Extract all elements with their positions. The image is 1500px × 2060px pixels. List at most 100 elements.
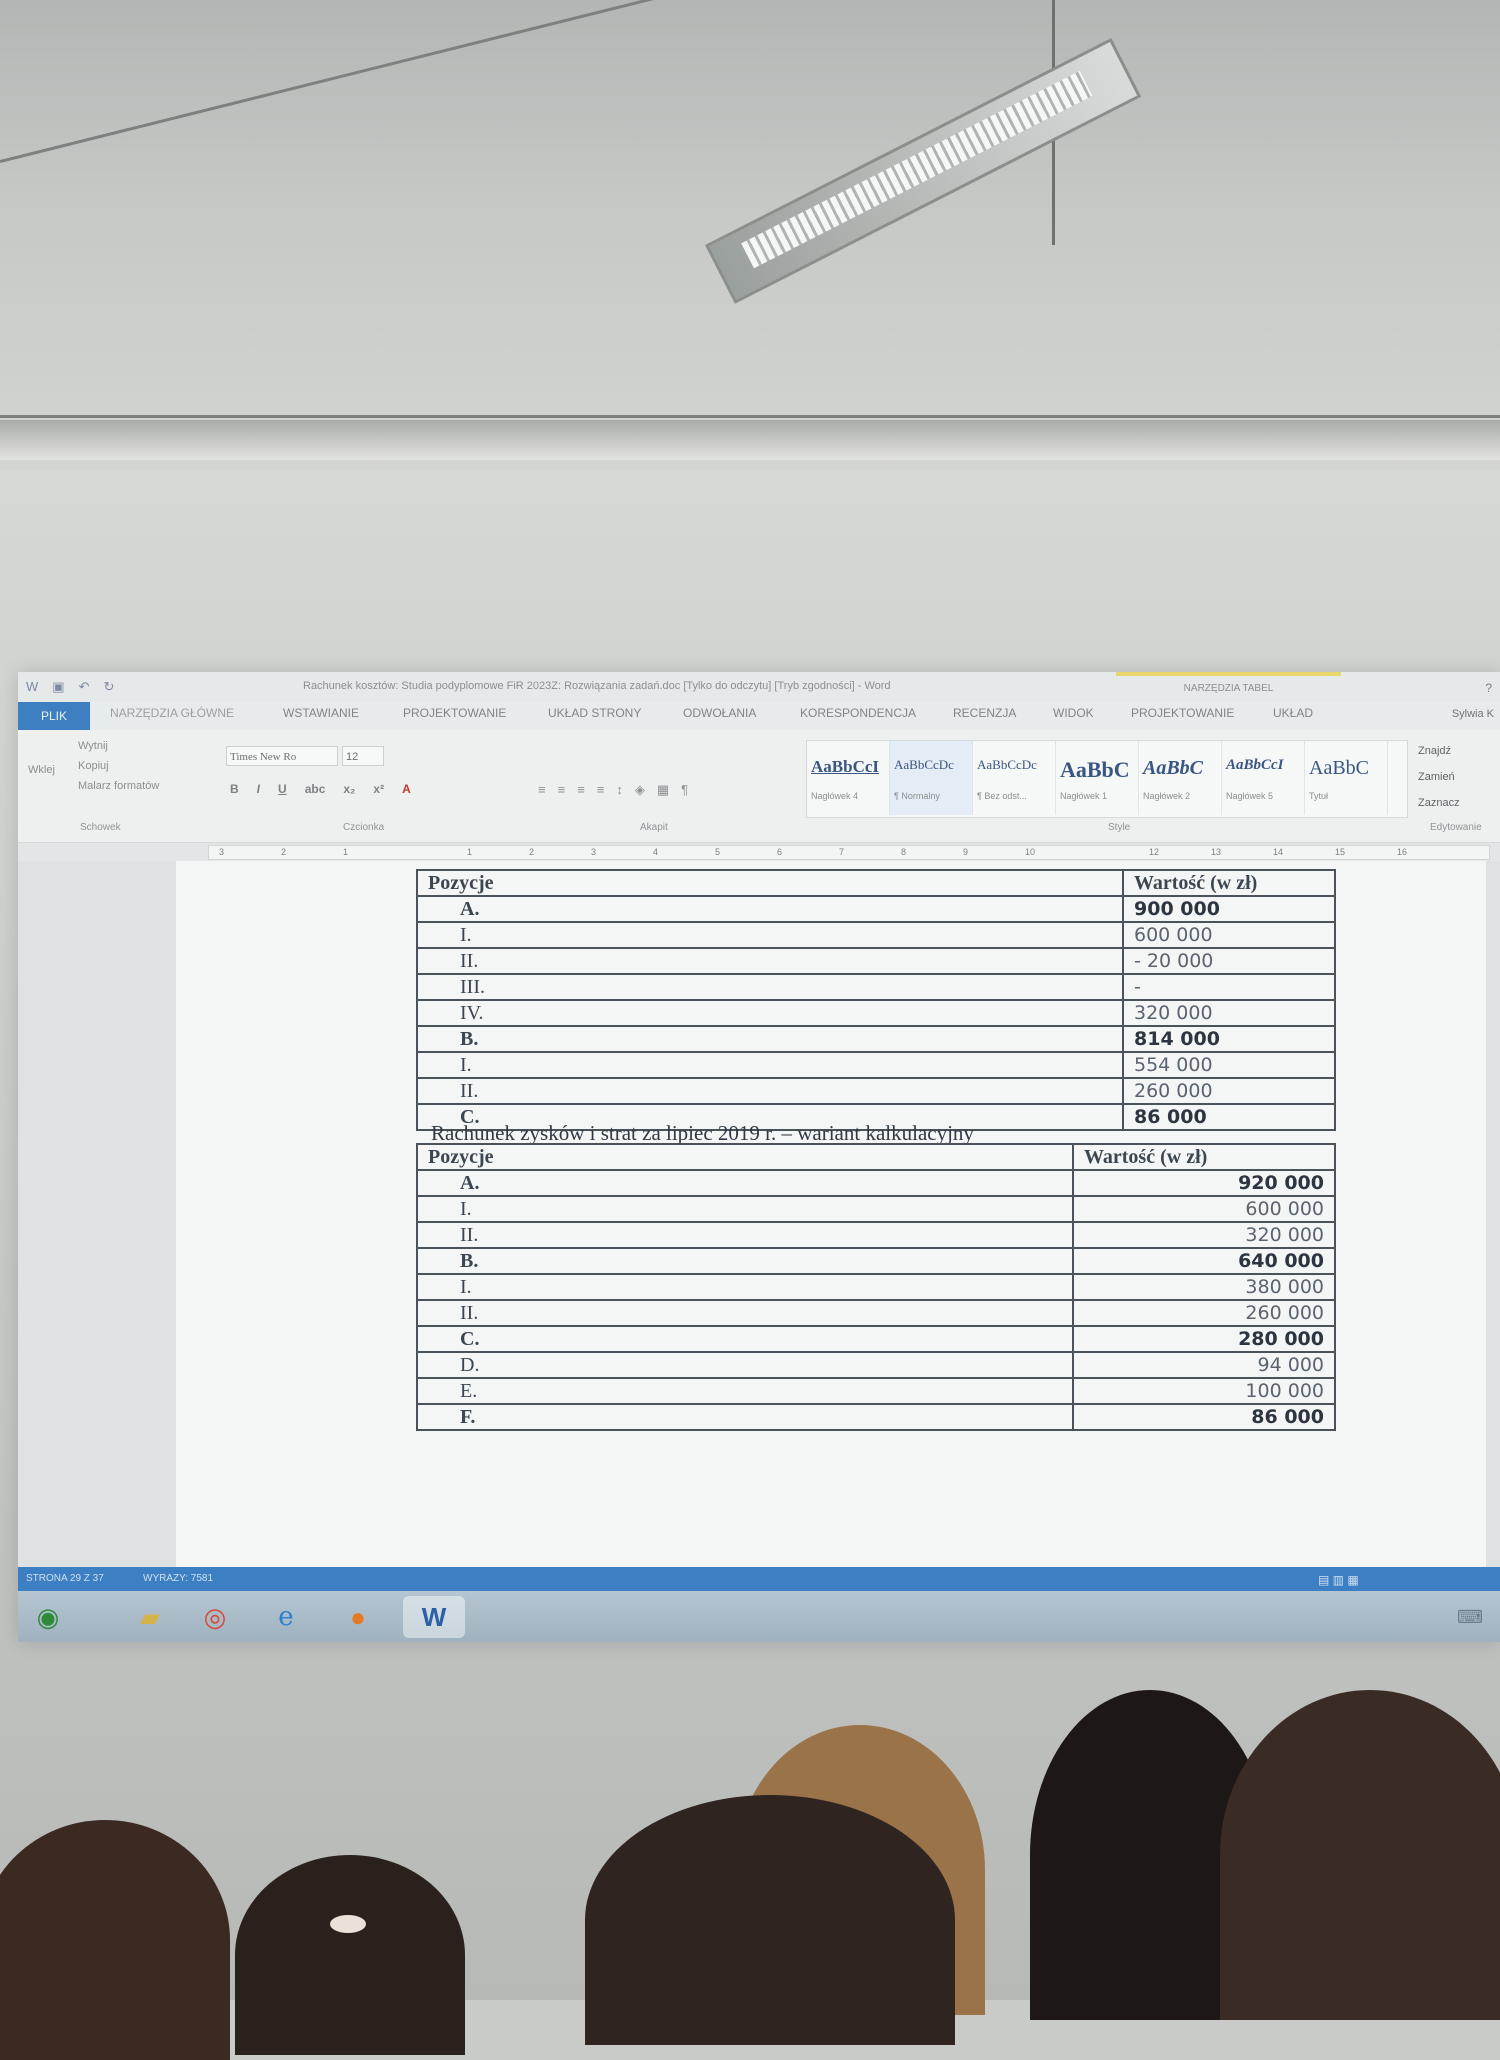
editing-group: Znajdź Zamień Zaznacz bbox=[1418, 738, 1460, 816]
subscript-button[interactable]: x₂ bbox=[343, 782, 355, 796]
table-row: II. 320 000 bbox=[416, 1221, 1336, 1249]
table-row: C. 280 000 bbox=[416, 1325, 1336, 1353]
document-page[interactable]: Pozycje Wartość (w zł) A. 900 000 I. 600 0… bbox=[176, 861, 1486, 1567]
style-normal[interactable]: AaBbCcDc ¶ Normalny bbox=[890, 741, 973, 815]
word-count[interactable]: WYRAZY: 7581 bbox=[143, 1573, 213, 1584]
tab-insert[interactable]: WSTAWIANIE bbox=[283, 706, 359, 720]
status-bar: STRONA 29 Z 37 WYRAZY: 7581 ▤ ▥ ▦ bbox=[18, 1567, 1500, 1591]
projected-word-window: W ▣ ↶ ↻ Rachunek kosztów: Studia podyplo… bbox=[18, 672, 1500, 1642]
style-title[interactable]: AaBbC Tytuł bbox=[1305, 741, 1388, 815]
file-explorer-icon[interactable]: ▰ bbox=[128, 1596, 172, 1638]
table-row: III. - bbox=[416, 973, 1336, 1001]
copy-button[interactable]: Kopiuj bbox=[78, 760, 109, 772]
borders-icon[interactable]: ▦ bbox=[657, 782, 669, 798]
underline-button[interactable]: U bbox=[278, 782, 287, 796]
table-row: D. 94 000 bbox=[416, 1351, 1336, 1379]
ceiling-edge bbox=[0, 415, 1500, 418]
document-title: Rachunek kosztów: Studia podyplomowe FiR… bbox=[303, 680, 891, 692]
word-icon[interactable]: W bbox=[26, 679, 38, 695]
title-bar: W ▣ ↶ ↻ Rachunek kosztów: Studia podyplo… bbox=[18, 672, 1500, 702]
tab-view[interactable]: WIDOK bbox=[1053, 706, 1094, 720]
style-heading-1[interactable]: AaBbC Nagłówek 1 bbox=[1056, 741, 1139, 815]
align-left-icon[interactable]: ≡ bbox=[538, 782, 546, 798]
shading-icon[interactable]: ◈ bbox=[635, 782, 645, 798]
format-painter-button[interactable]: Malarz formatów bbox=[78, 780, 159, 792]
table-row: IV. 320 000 bbox=[416, 999, 1336, 1027]
keyboard-icon[interactable]: ⌨ bbox=[1448, 1596, 1492, 1638]
cut-button[interactable]: Wytnij bbox=[78, 740, 108, 752]
replace-button[interactable]: Zamień bbox=[1418, 764, 1460, 790]
bold-button[interactable]: B bbox=[230, 782, 239, 796]
audience-head bbox=[585, 1795, 955, 2045]
tab-layout[interactable]: UKŁAD STRONY bbox=[548, 706, 641, 720]
font-name-box[interactable]: Times New Ro bbox=[226, 746, 338, 766]
tab-home[interactable]: NARZĘDZIA GŁÓWNE bbox=[110, 706, 234, 720]
tab-file[interactable]: PLIK bbox=[18, 702, 90, 730]
table-row: II. 260 000 bbox=[416, 1299, 1336, 1327]
table-header-row: Pozycje Wartość (w zł) bbox=[416, 1143, 1336, 1171]
audience-head bbox=[330, 1915, 366, 1933]
chrome-icon[interactable]: ◎ bbox=[193, 1596, 237, 1638]
paragraph-group-label: Akapit bbox=[640, 822, 668, 833]
tab-review[interactable]: RECENZJA bbox=[953, 706, 1016, 720]
ribbon-tabs: PLIK NARZĘDZIA GŁÓWNE WSTAWIANIE PROJEKT… bbox=[18, 702, 1500, 730]
table-header-row: Pozycje Wartość (w zł) bbox=[416, 869, 1336, 897]
ribbon: Wklej Wytnij Kopiuj Malarz formatów Scho… bbox=[18, 730, 1500, 843]
windows-start-icon[interactable]: ◉ bbox=[26, 1596, 70, 1638]
quick-access-toolbar: W ▣ ↶ ↻ bbox=[26, 679, 114, 695]
table-report-2[interactable]: Pozycje Wartość (w zł) A. 920 000 I. 600 0… bbox=[416, 1143, 1336, 1431]
user-name[interactable]: Sylwia K bbox=[1452, 708, 1494, 720]
word-taskbar-icon[interactable]: W bbox=[403, 1596, 465, 1638]
help-button[interactable]: ? bbox=[1485, 681, 1492, 695]
windows-taskbar: ◉ ▰ ◎ e ● W ⌨ bbox=[18, 1591, 1500, 1642]
line-spacing-icon[interactable]: ↕ bbox=[616, 782, 623, 798]
table-row: I. 600 000 bbox=[416, 921, 1336, 949]
view-mode-icon[interactable]: ▤ ▥ ▦ bbox=[1318, 1573, 1359, 1587]
ceiling-lamp bbox=[705, 37, 1142, 304]
table-row: B. 814 000 bbox=[416, 1025, 1336, 1053]
firefox-icon[interactable]: ● bbox=[336, 1596, 380, 1638]
select-button[interactable]: Zaznacz bbox=[1418, 790, 1460, 816]
font-format-buttons: B I U abc x₂ x² A bbox=[230, 782, 411, 796]
clipboard-group-label: Schowek bbox=[80, 822, 121, 833]
table-report-1[interactable]: Pozycje Wartość (w zł) A. 900 000 I. 600 0… bbox=[416, 869, 1336, 1131]
font-size-box[interactable]: 12 bbox=[342, 746, 384, 766]
style-no-spacing[interactable]: AaBbCcDc ¶ Bez odst... bbox=[973, 741, 1056, 815]
pilcrow-icon[interactable]: ¶ bbox=[681, 782, 688, 798]
tab-references[interactable]: ODWOŁANIA bbox=[683, 706, 756, 720]
strikethrough-button[interactable]: abc bbox=[305, 782, 326, 796]
table-row: I. 600 000 bbox=[416, 1195, 1336, 1223]
align-center-icon[interactable]: ≡ bbox=[558, 782, 566, 798]
header-value: Wartość (w zł) bbox=[1072, 1143, 1336, 1171]
page-count[interactable]: STRONA 29 Z 37 bbox=[26, 1573, 104, 1584]
style-heading-5[interactable]: AaBbCcI Nagłówek 5 bbox=[1222, 741, 1305, 815]
style-heading-4[interactable]: AaBbCcI Nagłówek 4 bbox=[807, 741, 890, 815]
internet-explorer-icon[interactable]: e bbox=[264, 1596, 308, 1638]
header-positions: Pozycje bbox=[416, 869, 1124, 896]
document-area[interactable]: Pozycje Wartość (w zł) A. 900 000 I. 600 0… bbox=[18, 861, 1500, 1567]
align-right-icon[interactable]: ≡ bbox=[577, 782, 585, 798]
editing-group-label: Edytowanie bbox=[1430, 822, 1482, 833]
tab-design[interactable]: PROJEKTOWANIE bbox=[403, 706, 506, 720]
undo-icon[interactable]: ↶ bbox=[79, 679, 90, 695]
ruler[interactable]: 3 2 1 1 2 3 4 5 6 7 8 9 10 12 13 14 15 1… bbox=[18, 843, 1500, 861]
tab-table-design[interactable]: PROJEKTOWANIE bbox=[1131, 706, 1234, 720]
tab-table-layout[interactable]: UKŁAD bbox=[1273, 706, 1313, 720]
font-color-icon[interactable]: A bbox=[402, 782, 411, 796]
table-row: B. 640 000 bbox=[416, 1247, 1336, 1275]
paste-button[interactable]: Wklej bbox=[28, 764, 55, 776]
justify-icon[interactable]: ≡ bbox=[597, 782, 605, 798]
find-button[interactable]: Znajdź bbox=[1418, 738, 1460, 764]
header-value: Wartość (w zł) bbox=[1122, 869, 1336, 897]
ceiling-beam bbox=[0, 420, 1500, 460]
tab-mailings[interactable]: KORESPONDENCJA bbox=[800, 706, 916, 720]
style-heading-2[interactable]: AaBbC Nagłówek 2 bbox=[1139, 741, 1222, 815]
paragraph-buttons: ≡ ≡ ≡ ≡ ↕ ◈ ▦ ¶ bbox=[538, 782, 688, 798]
header-positions: Pozycje bbox=[416, 1143, 1074, 1170]
save-icon[interactable]: ▣ bbox=[52, 679, 64, 695]
italic-button[interactable]: I bbox=[257, 782, 260, 796]
superscript-button[interactable]: x² bbox=[373, 782, 384, 796]
ceiling-edge bbox=[0, 0, 738, 163]
table-row: I. 554 000 bbox=[416, 1051, 1336, 1079]
redo-icon[interactable]: ↻ bbox=[103, 679, 114, 695]
